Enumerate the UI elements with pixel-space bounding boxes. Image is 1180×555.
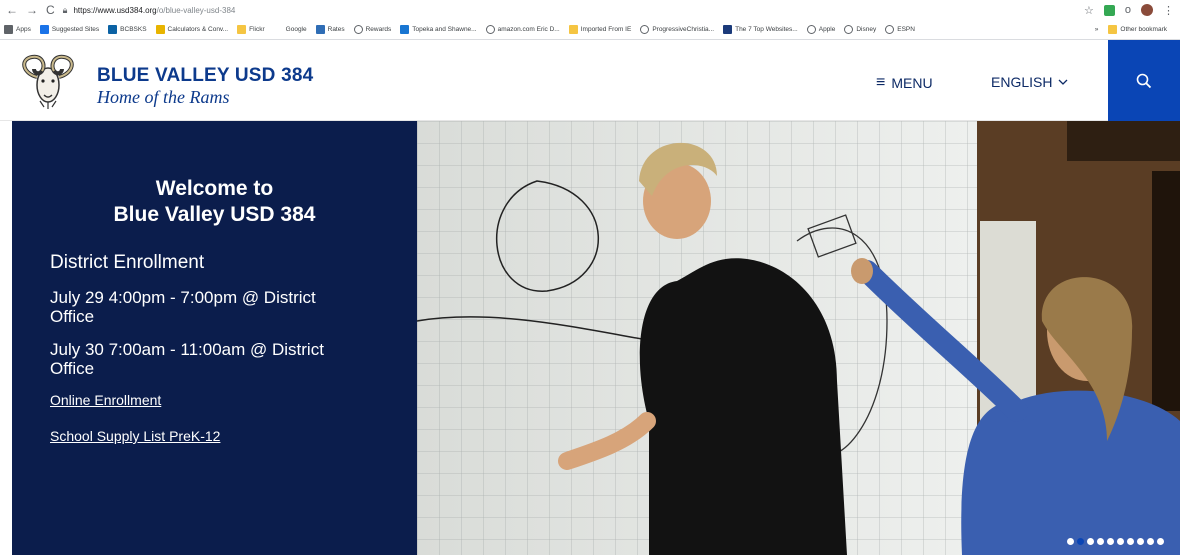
menu-label: MENU <box>891 75 933 91</box>
other-bookmarks[interactable]: Other bookmark <box>1108 25 1167 34</box>
opera-icon[interactable]: o <box>1125 4 1131 16</box>
carousel-dot[interactable] <box>1107 538 1114 545</box>
topeka-icon <box>400 25 410 34</box>
bookmark-item[interactable]: Rewards <box>353 25 391 34</box>
globe-icon <box>844 25 854 34</box>
search-button[interactable] <box>1108 40 1180 121</box>
menu-button[interactable]: ≡ MENU <box>876 74 933 92</box>
folder-icon <box>568 25 578 34</box>
hero-photo <box>417 121 1180 555</box>
bookmarks-bar: Apps Suggested Sites BCBSKS Calculators & C… <box>0 20 1180 40</box>
kebab-menu-icon[interactable]: ⋮ <box>1163 4 1174 17</box>
site-subtitle: Home of the Rams <box>97 87 230 107</box>
more-bookmarks-icon[interactable]: » <box>1095 26 1099 33</box>
google-icon <box>273 25 283 34</box>
carousel-dot[interactable] <box>1077 538 1084 545</box>
back-icon[interactable]: ← <box>6 3 18 17</box>
language-label: ENGLISH <box>991 74 1053 90</box>
enrollment-date-1: July 29 4:00pm - 7:00pm @ District Offic… <box>50 288 316 326</box>
hamburger-icon: ≡ <box>876 74 886 91</box>
welcome-heading: Welcome to Blue Valley USD 384 <box>113 177 316 226</box>
carousel-dot[interactable] <box>1097 538 1104 545</box>
globe-icon <box>640 25 650 34</box>
enrollment-date-2: July 30 7:00am - 11:00am @ District Offi… <box>50 340 324 378</box>
b-icon <box>155 25 165 34</box>
carousel-dots <box>1067 538 1164 545</box>
grid-icon <box>4 25 13 34</box>
browser-toolbar: ← → C 🔒︎ https://www.usd384.org/o/blue-v… <box>0 0 1180 20</box>
bookmark-item[interactable]: Disney <box>844 25 876 34</box>
bookmark-item[interactable]: Topeka and Shawne... <box>400 25 477 34</box>
language-selector[interactable]: ENGLISH <box>991 74 1068 90</box>
bookmark-item[interactable]: Imported From IE <box>568 25 631 34</box>
bookmark-item[interactable]: ProgressiveChristia... <box>640 25 714 34</box>
carousel-dot[interactable] <box>1157 538 1164 545</box>
search-icon <box>1136 73 1152 88</box>
welcome-panel: Welcome to Blue Valley USD 384 District … <box>12 121 417 555</box>
url-host: https://www.usd384.org <box>73 5 157 15</box>
f-icon <box>723 25 733 34</box>
folder-icon <box>237 25 247 34</box>
online-enrollment-link[interactable]: Online Enrollment <box>50 392 417 408</box>
carousel-dot[interactable] <box>1127 538 1134 545</box>
carousel-dot[interactable] <box>1087 538 1094 545</box>
hero-section: Welcome to Blue Valley USD 384 District … <box>0 121 1180 555</box>
bookmark-item[interactable]: BCBSKS <box>108 25 147 34</box>
reload-icon[interactable]: C <box>46 3 55 17</box>
carousel-dot[interactable] <box>1117 538 1124 545</box>
bookmark-item[interactable]: Suggested Sites <box>39 25 99 34</box>
bookmark-item[interactable]: Flickr <box>237 25 265 34</box>
site-title[interactable]: BLUE VALLEY USD 384 <box>97 65 313 87</box>
classroom-photo <box>417 121 1180 555</box>
folder-icon <box>1108 25 1118 34</box>
enrollment-heading: District Enrollment <box>50 252 205 273</box>
bookmark-item[interactable]: Calculators & Conv... <box>155 25 228 34</box>
bookmark-item[interactable]: Rates <box>315 25 345 34</box>
forward-icon[interactable]: → <box>26 3 38 17</box>
chevron-down-icon <box>1059 79 1068 85</box>
supply-list-link[interactable]: School Supply List PreK-12 <box>50 428 417 444</box>
bookmark-item[interactable]: The 7 Top Websites... <box>723 25 798 34</box>
rates-icon <box>315 25 325 34</box>
bookmark-item[interactable]: ESPN <box>885 25 915 34</box>
globe-icon <box>485 25 495 34</box>
bookmark-item[interactable]: Google <box>273 25 307 34</box>
carousel-dot[interactable] <box>1067 538 1074 545</box>
site-header: BLUE VALLEY USD 384 Home of the Rams ≡ M… <box>0 40 1180 121</box>
bookmark-item[interactable]: amazon.com Eric D... <box>485 25 560 34</box>
profile-avatar-icon[interactable] <box>1141 4 1153 16</box>
globe-icon <box>885 25 895 34</box>
extension-icon[interactable] <box>1103 4 1115 16</box>
address-bar[interactable]: 🔒︎ https://www.usd384.org/o/blue-valley-… <box>63 5 1084 16</box>
suggested-icon <box>39 25 49 34</box>
carousel-dot[interactable] <box>1137 538 1144 545</box>
globe-icon <box>806 25 816 34</box>
carousel-dot[interactable] <box>1147 538 1154 545</box>
globe-icon <box>353 25 363 34</box>
lock-icon: 🔒︎ <box>62 4 68 15</box>
ram-logo[interactable] <box>18 51 78 111</box>
bookmark-item[interactable]: Apps <box>4 25 31 34</box>
star-icon[interactable]: ☆ <box>1084 4 1094 17</box>
url-path: /o/blue-valley-usd-384 <box>156 5 236 15</box>
bookmark-item[interactable]: Apple <box>806 25 835 34</box>
bcbs-icon <box>108 25 118 34</box>
